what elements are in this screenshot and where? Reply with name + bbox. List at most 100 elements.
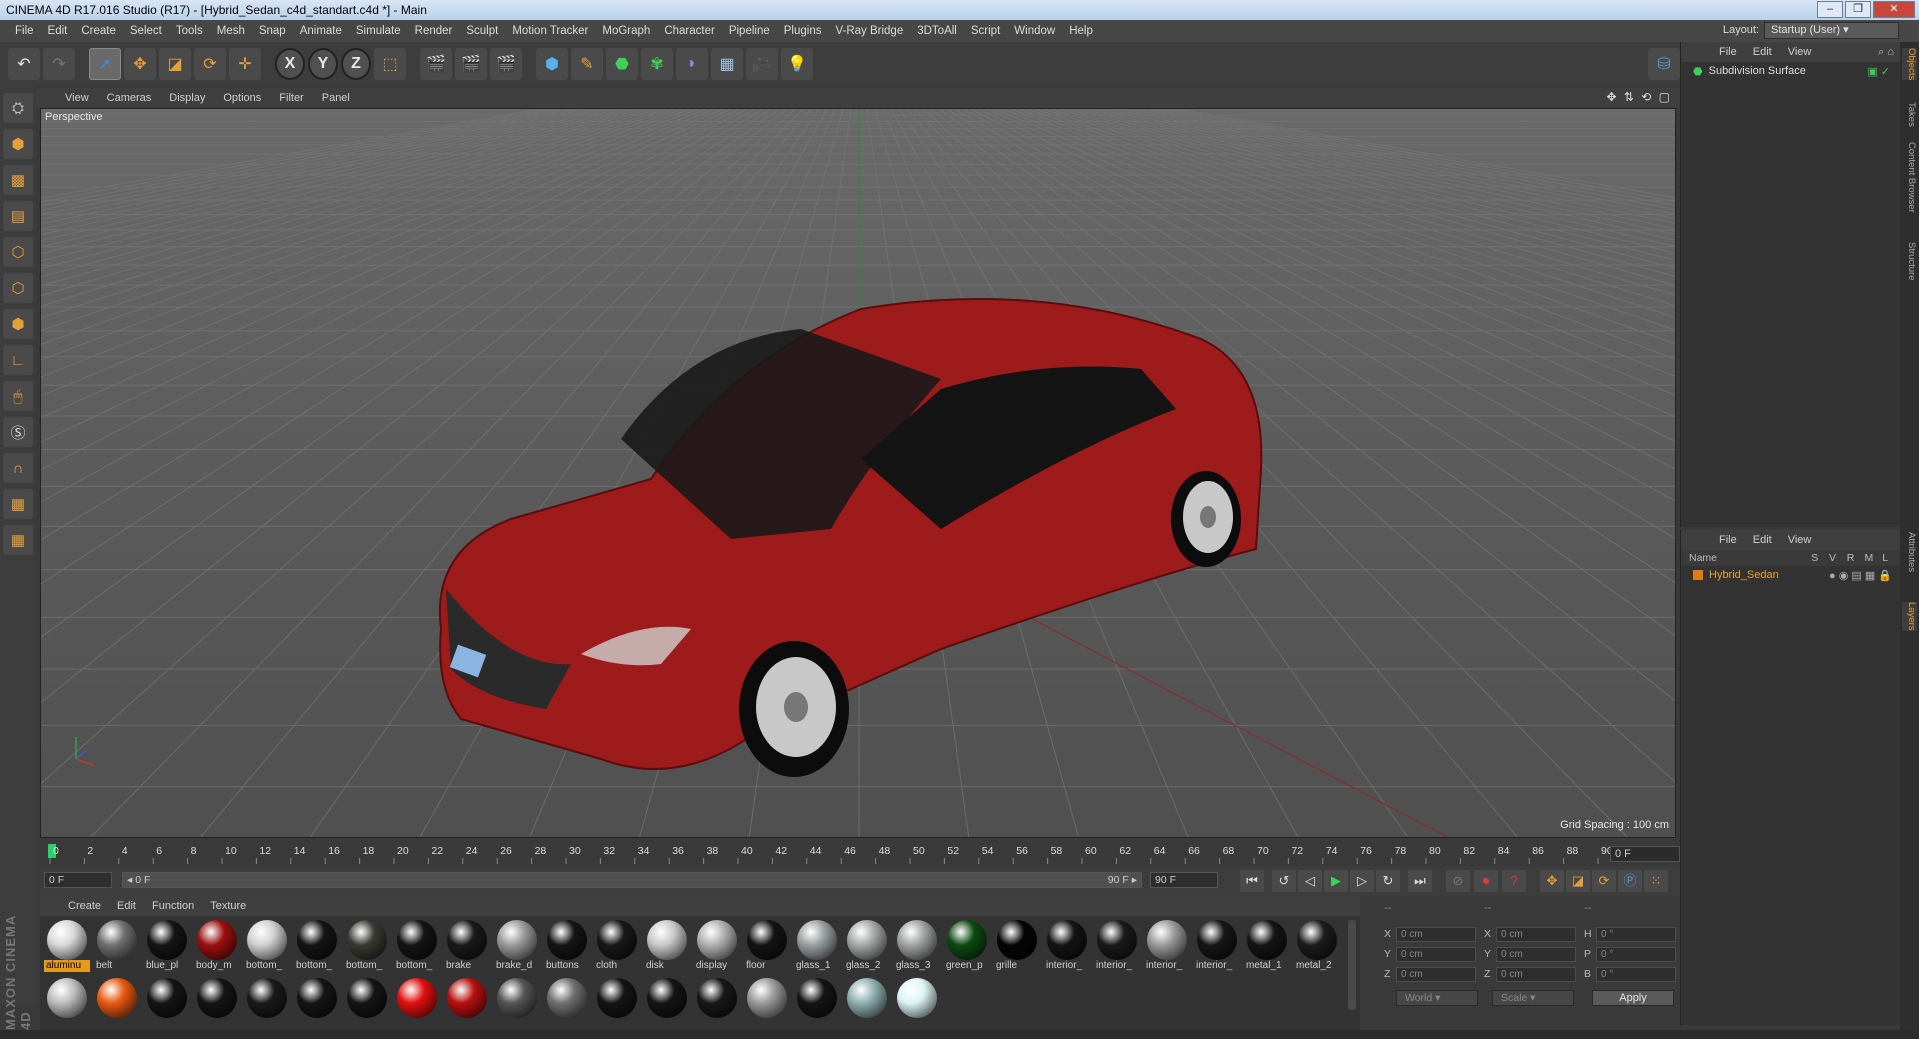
key-rotation-button[interactable]: ⟳: [1592, 870, 1616, 892]
coordinate-system-button[interactable]: ⬚: [374, 47, 406, 80]
tab-structure[interactable]: Structure: [1902, 242, 1917, 281]
x-axis-lock-button[interactable]: X: [275, 47, 305, 80]
y-axis-lock-button[interactable]: Y: [308, 47, 338, 80]
menu-3dtoall[interactable]: 3DToAll: [910, 25, 964, 37]
tab-attributes[interactable]: Attributes: [1902, 532, 1917, 572]
add-mograph-button[interactable]: ✾: [641, 47, 673, 80]
prev-key-button[interactable]: ↺: [1272, 870, 1296, 892]
model-mode-button[interactable]: ⬢: [3, 129, 33, 159]
add-floor-button[interactable]: ▦: [711, 47, 743, 80]
size-y-field[interactable]: 0 cm: [1496, 946, 1576, 962]
menu-plugins[interactable]: Plugins: [777, 25, 829, 37]
material-swatch[interactable]: [744, 976, 790, 1018]
material-swatch[interactable]: disk: [644, 918, 690, 972]
layer-row-hybrid-sedan[interactable]: Hybrid_Sedan ● ◉ ▤ ▦ 🔒: [1681, 566, 1900, 584]
snap-button[interactable]: Ⓢ: [3, 417, 33, 447]
tab-content-browser[interactable]: Content Browser: [1902, 142, 1917, 213]
enabled-check-icon[interactable]: ▣ ✓: [1867, 65, 1890, 78]
add-subdivision-button[interactable]: ⬣: [606, 47, 638, 80]
material-swatch[interactable]: belt: [94, 918, 140, 972]
prev-frame-button[interactable]: ◁: [1298, 870, 1322, 892]
material-swatch[interactable]: [294, 976, 340, 1018]
menu-script[interactable]: Script: [964, 25, 1007, 37]
points-mode-button[interactable]: ⬡: [3, 237, 33, 267]
menu-character[interactable]: Character: [657, 25, 722, 37]
material-swatch[interactable]: [844, 976, 890, 1018]
menu-simulate[interactable]: Simulate: [349, 25, 408, 37]
object-search-icon[interactable]: ⌕ ⌂: [1878, 46, 1894, 59]
planar-workplane-button[interactable]: ▦: [3, 525, 33, 555]
material-swatch[interactable]: [644, 976, 690, 1018]
add-cube-button[interactable]: ⬢: [536, 47, 568, 80]
coord-space-select[interactable]: World ▾: [1396, 990, 1478, 1006]
menu-mesh[interactable]: Mesh: [210, 25, 252, 37]
object-row-subdivision-surface[interactable]: ⬣ Subdivision Surface ▣ ✓: [1681, 62, 1900, 80]
render-settings-button[interactable]: 🎬: [490, 47, 522, 80]
viewport-perspective[interactable]: Perspective Grid Spacing : 100 cm: [40, 108, 1676, 838]
material-menu-create[interactable]: Create: [60, 900, 109, 912]
material-swatch[interactable]: [794, 976, 840, 1018]
menu-motion-tracker[interactable]: Motion Tracker: [505, 25, 595, 37]
apply-button[interactable]: Apply: [1592, 990, 1674, 1006]
material-swatch[interactable]: glass_3: [894, 918, 940, 972]
maximize-button[interactable]: ❐: [1845, 1, 1871, 18]
key-position-button[interactable]: ✥: [1540, 870, 1564, 892]
menu-help[interactable]: Help: [1062, 25, 1100, 37]
tweak-mode-button[interactable]: 🖱: [3, 381, 33, 411]
material-swatch[interactable]: interior_: [1044, 918, 1090, 972]
material-swatch[interactable]: [544, 976, 590, 1018]
material-swatch[interactable]: display: [694, 918, 740, 972]
material-swatch[interactable]: metal_2: [1294, 918, 1340, 972]
position-z-field[interactable]: 0 cm: [1396, 966, 1476, 982]
undo-button[interactable]: ↶: [8, 47, 40, 80]
workplane-mode-button[interactable]: ▤: [3, 201, 33, 231]
end-frame-field[interactable]: 90 F: [1150, 872, 1218, 888]
preview-range-slider[interactable]: ◂ 0 F 90 F ▸: [122, 872, 1142, 888]
rotation-h-field[interactable]: 0 °: [1596, 926, 1676, 942]
add-light-button[interactable]: 💡: [781, 47, 813, 80]
menu-tools[interactable]: Tools: [169, 25, 210, 37]
material-swatch[interactable]: glass_2: [844, 918, 890, 972]
goto-start-button[interactable]: ⏮: [1240, 870, 1264, 892]
layer-menu-view[interactable]: View: [1780, 534, 1820, 546]
viewport-menu-options[interactable]: Options: [214, 92, 270, 104]
object-menu-view[interactable]: View: [1780, 46, 1820, 58]
keyframe-selection-button[interactable]: ⊘: [1446, 870, 1470, 892]
layout-select[interactable]: Startup (User) ▾: [1764, 22, 1899, 39]
material-swatch[interactable]: blue_pl: [144, 918, 190, 972]
material-swatch[interactable]: [94, 976, 140, 1018]
material-swatch[interactable]: [594, 976, 640, 1018]
polygons-mode-button[interactable]: ⬢: [3, 309, 33, 339]
lock-workplane-button[interactable]: ▦: [3, 489, 33, 519]
layer-menu-file[interactable]: File: [1711, 534, 1745, 546]
render-view-button[interactable]: 🎬: [420, 47, 452, 80]
key-pla-button[interactable]: ⁙: [1644, 870, 1668, 892]
object-menu-edit[interactable]: Edit: [1745, 46, 1780, 58]
material-swatch[interactable]: [194, 976, 240, 1018]
material-swatch[interactable]: bottom_: [394, 918, 440, 972]
size-z-field[interactable]: 0 cm: [1496, 966, 1576, 982]
goto-end-button[interactable]: ⏭: [1408, 870, 1432, 892]
material-swatch[interactable]: [44, 976, 90, 1018]
material-swatch[interactable]: cloth: [594, 918, 640, 972]
next-key-button[interactable]: ↻: [1376, 870, 1400, 892]
close-button[interactable]: ✕: [1873, 1, 1915, 18]
material-swatch[interactable]: [144, 976, 190, 1018]
layer-toggle-icons[interactable]: ● ◉ ▤ ▦ 🔒: [1829, 569, 1892, 582]
material-swatch[interactable]: body_m: [194, 918, 240, 972]
material-swatch[interactable]: buttons: [544, 918, 590, 972]
menu-pipeline[interactable]: Pipeline: [722, 25, 777, 37]
viewport-menu-display[interactable]: Display: [160, 92, 214, 104]
material-swatch[interactable]: bottom_: [344, 918, 390, 972]
add-camera-button[interactable]: 🎥: [746, 47, 778, 80]
make-editable-button[interactable]: ⛭: [3, 93, 33, 123]
viewport-menu-view[interactable]: View: [56, 92, 98, 104]
position-x-field[interactable]: 0 cm: [1396, 926, 1476, 942]
tab-layers[interactable]: Layers: [1902, 602, 1917, 631]
current-frame-field[interactable]: 0 F: [1610, 846, 1680, 862]
move-tool-button[interactable]: ✥: [124, 47, 156, 80]
material-swatch[interactable]: brake: [444, 918, 490, 972]
menu-mograph[interactable]: MoGraph: [595, 25, 657, 37]
timeline-ruler[interactable]: 0 2 4 6 8 10 12 14 16 18 20 22 24 26 28 30 32 34 36 38 40 42 4…: [40, 840, 1680, 866]
tab-objects[interactable]: Objects: [1902, 48, 1917, 81]
